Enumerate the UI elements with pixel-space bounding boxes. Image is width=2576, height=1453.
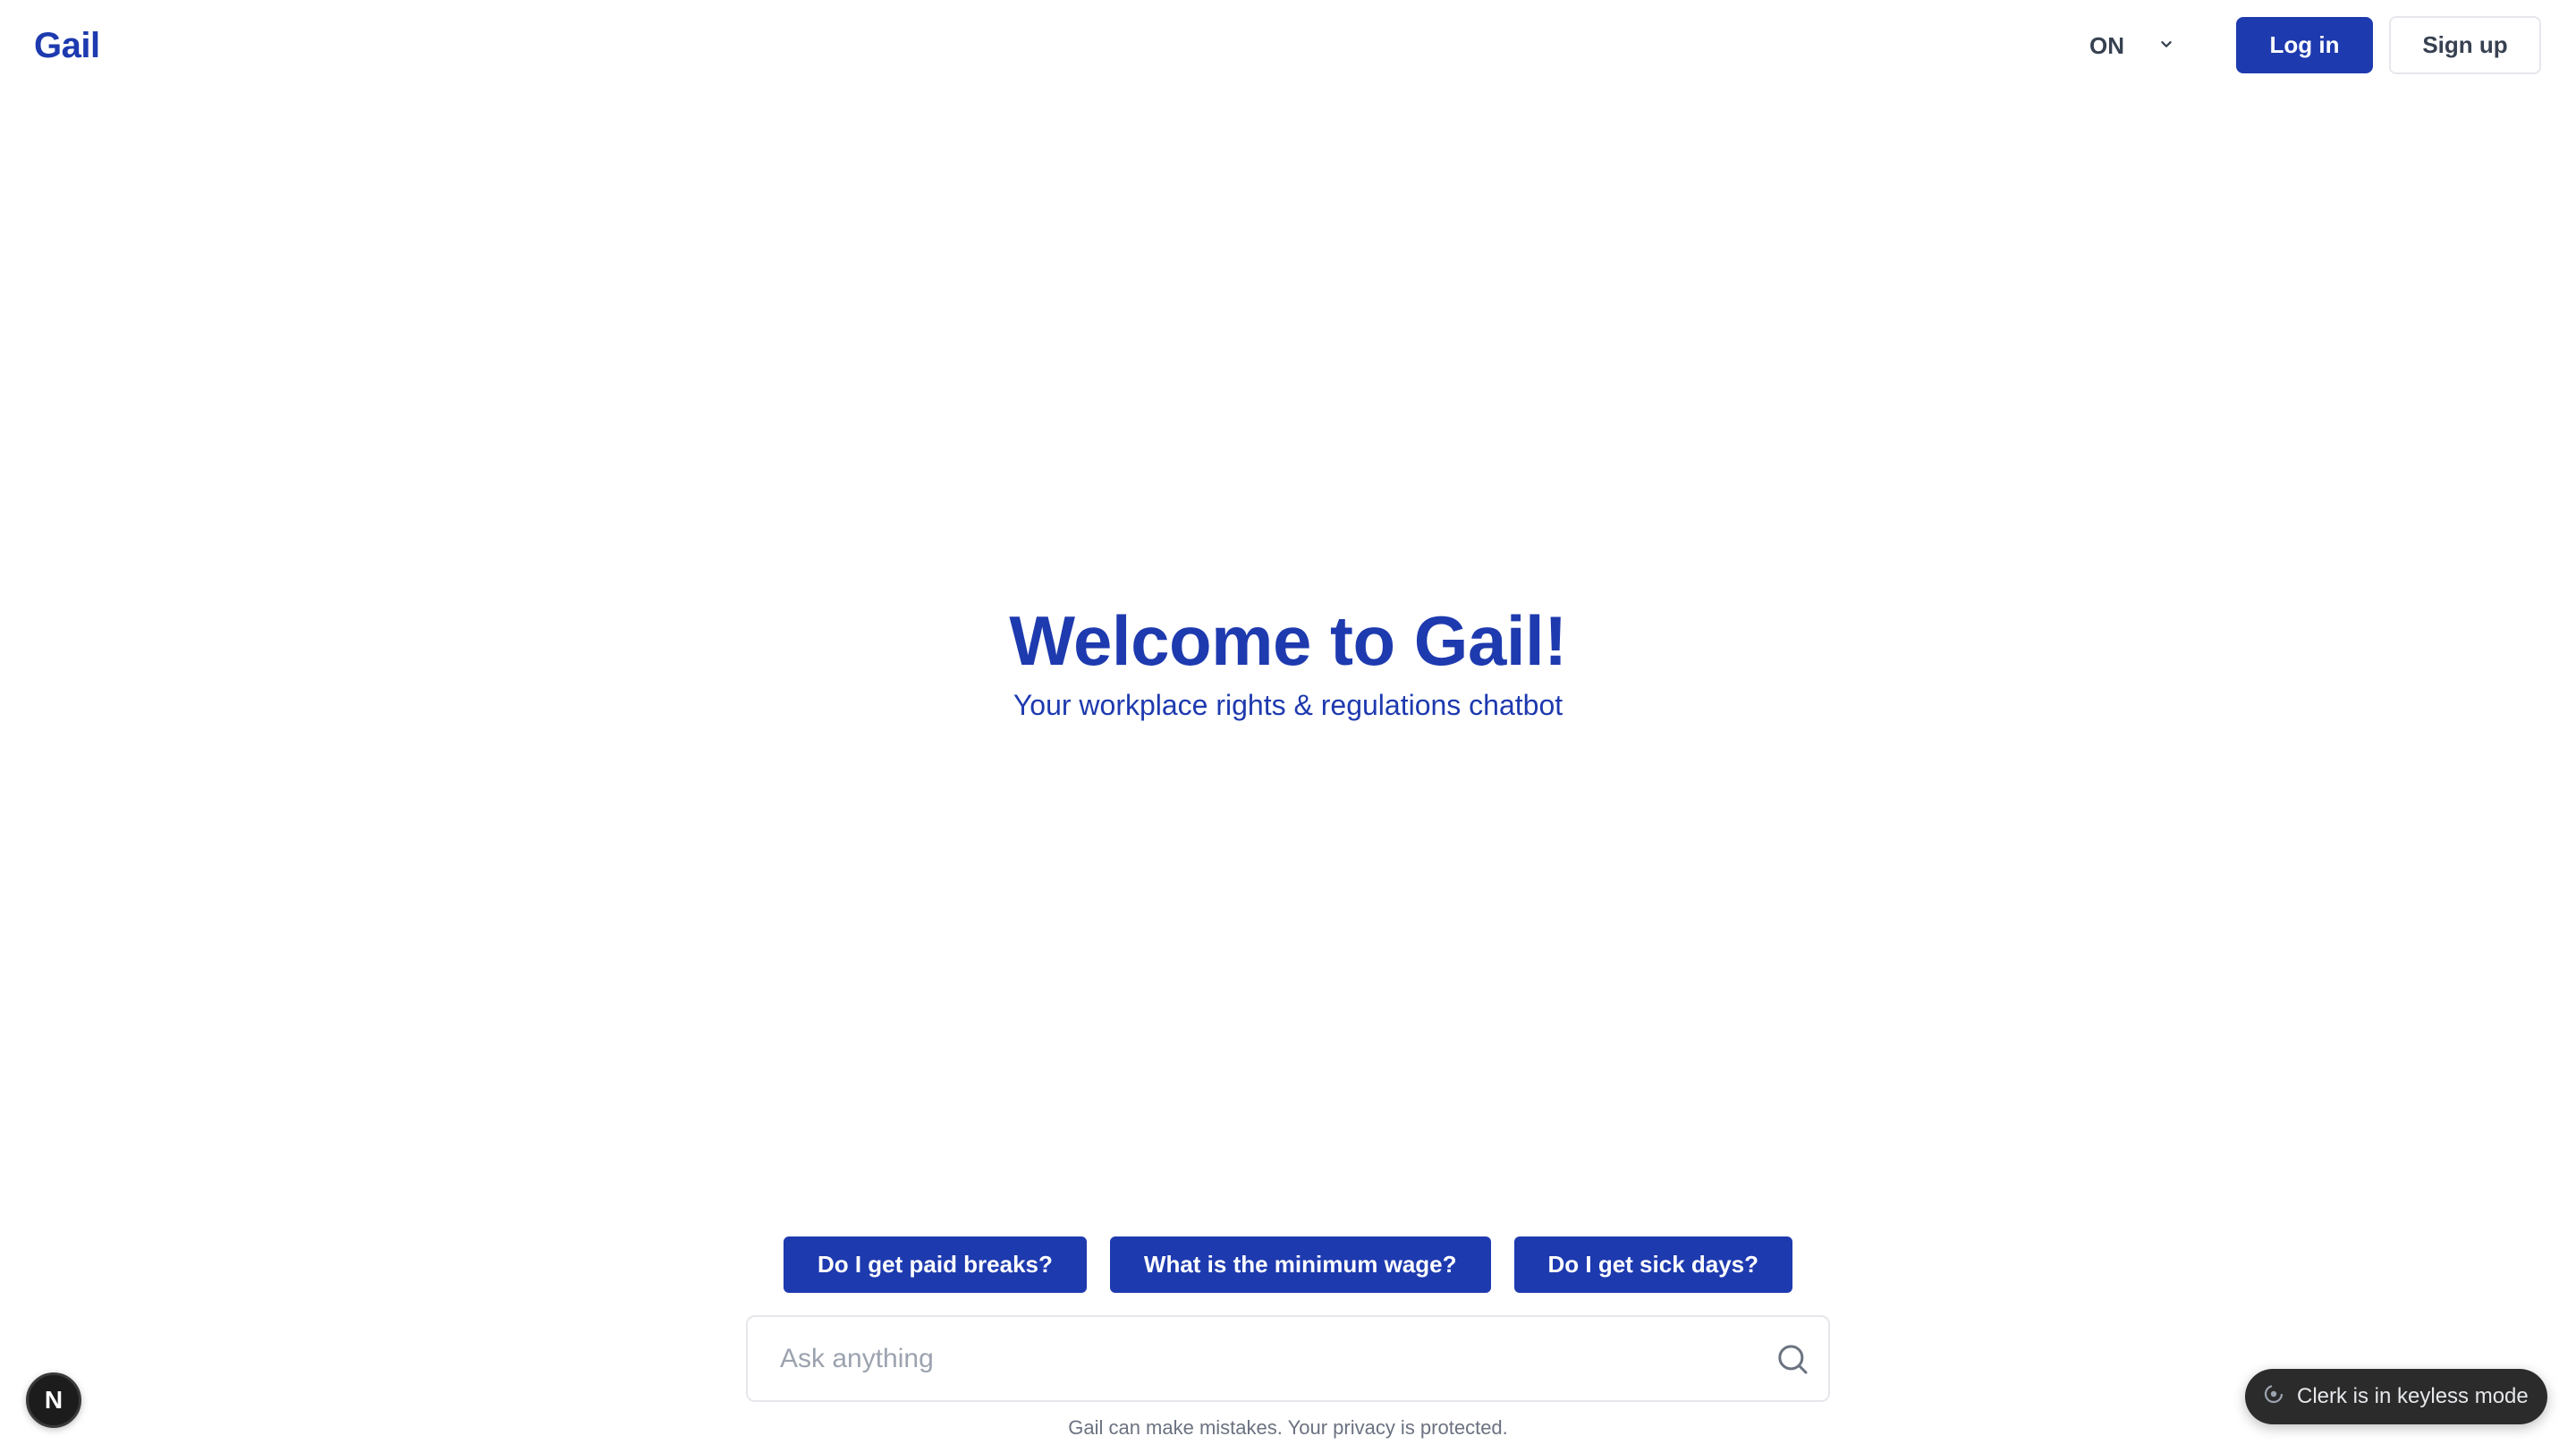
- clerk-keyless-toast[interactable]: Clerk is in keyless mode: [2245, 1369, 2547, 1424]
- nextjs-dev-badge[interactable]: N: [26, 1372, 81, 1428]
- search-icon[interactable]: [1757, 1317, 1828, 1400]
- page-title: Welcome to Gail!: [1009, 601, 1567, 680]
- suggestion-sick-days-button[interactable]: Do I get sick days?: [1513, 1236, 1793, 1293]
- language-selector[interactable]: ON: [2089, 21, 2176, 70]
- suggestion-minimum-wage-button[interactable]: What is the minimum wage?: [1109, 1236, 1491, 1293]
- disclaimer: Gail can make mistakes. Your privacy is …: [1068, 1416, 1508, 1439]
- page-subtitle: Your workplace rights & regulations chat…: [1013, 689, 1563, 721]
- login-button[interactable]: Log in: [2236, 17, 2373, 73]
- logo[interactable]: Gail: [34, 21, 100, 70]
- ask-box: [746, 1315, 1830, 1402]
- page: Gail ON Log in Sign up Welcome to Gail! …: [0, 0, 2576, 1453]
- nextjs-logo-icon: N: [44, 1386, 64, 1414]
- language-label: ON: [2089, 31, 2124, 59]
- clerk-icon: [2263, 1383, 2284, 1411]
- suggestion-list: Do I get paid breaks? What is the minimu…: [0, 1236, 2576, 1293]
- signup-button[interactable]: Sign up: [2389, 16, 2541, 74]
- hero: Welcome to Gail! Your workplace rights &…: [0, 596, 2576, 723]
- ask-input[interactable]: [748, 1317, 1757, 1400]
- chevron-down-icon: [2157, 32, 2176, 60]
- suggestion-paid-breaks-button[interactable]: Do I get paid breaks?: [783, 1236, 1087, 1293]
- clerk-toast-label: Clerk is in keyless mode: [2297, 1384, 2529, 1408]
